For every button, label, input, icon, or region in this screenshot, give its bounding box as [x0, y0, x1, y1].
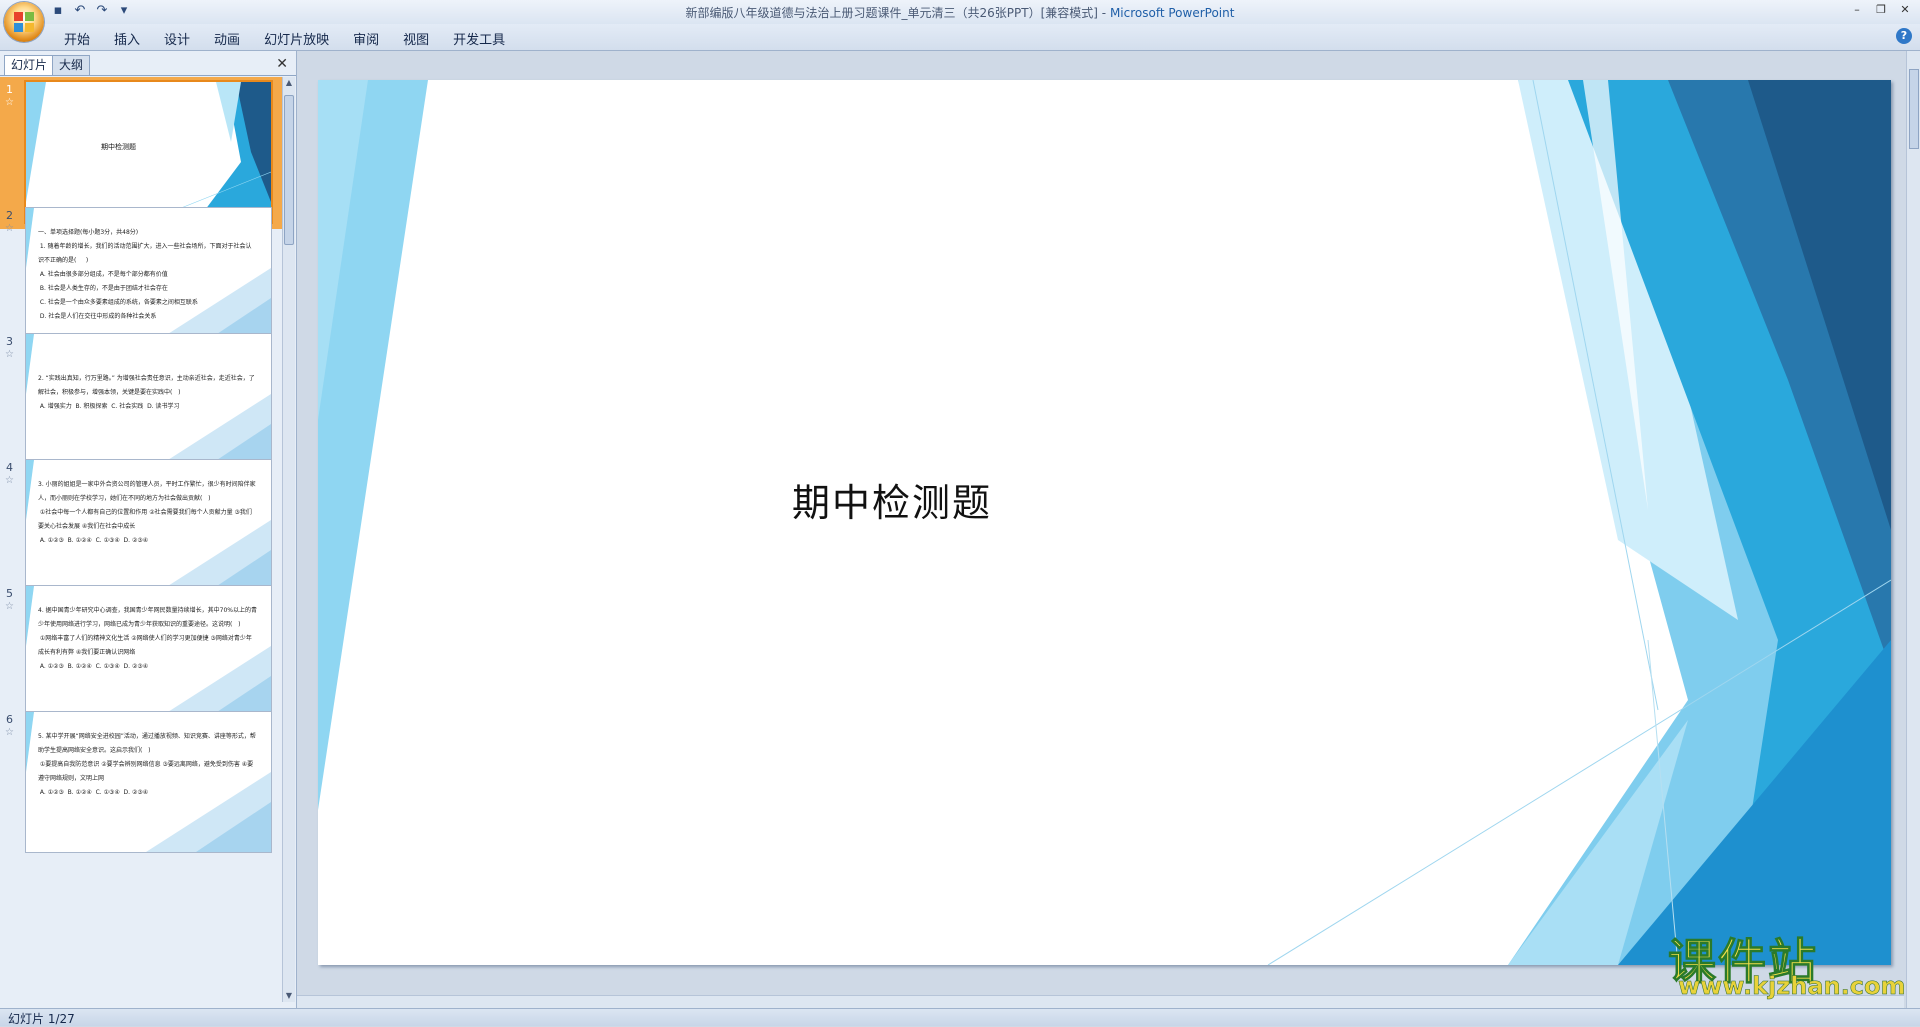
panel-tabs: 幻灯片 大纲 ✕	[0, 53, 296, 76]
title-bar: ▪ ↶ ↷ ▾ 新部编版八年级道德与法治上册习题课件_单元清三（共26张PPT）…	[0, 0, 1920, 24]
slide-body-text: 3. 小丽的姐姐是一家中外合资公司的管理人员，平时工作繁忙，很少有时间陪伴家人，…	[38, 481, 256, 544]
tab-slideshow[interactable]: 幻灯片放映	[252, 27, 341, 50]
tab-design[interactable]: 设计	[152, 27, 202, 50]
scroll-up-icon[interactable]: ▲	[283, 77, 295, 89]
window-controls: – ❐ ✕	[1850, 3, 1912, 17]
slide-number: 2	[6, 209, 13, 222]
slide-title-mini: 期中检测题	[101, 143, 136, 151]
tab-animations[interactable]: 动画	[202, 27, 252, 50]
slide-preview: 5. 某中学开展“网络安全进校园”活动，通过播放视频、知识竞赛、讲座等形式，帮助…	[25, 711, 272, 853]
transition-star-icon: ☆	[5, 223, 14, 234]
slide-thumbnail-6[interactable]: 6 ☆ 5. 某中学开展“网络安全进校园”活动，通过播放视频、知识竞赛、讲座等形…	[0, 707, 282, 859]
slides-panel: 幻灯片 大纲 ✕ 1 ☆ 期中检测题 2 ☆ 一、单项选择题(每小题3分，共48…	[0, 51, 297, 1008]
slide-preview: 2. “实践出真知，行万里路。” 为增强社会责任意识，主动亲近社会，走近社会，了…	[25, 333, 272, 475]
tab-outline[interactable]: 大纲	[52, 55, 91, 75]
scrollbar-thumb[interactable]	[284, 95, 294, 245]
document-title: 新部编版八年级道德与法治上册习题课件_单元清三（共26张PPT）[兼容模式]	[685, 6, 1098, 20]
ribbon-tab-bar: 开始 插入 设计 动画 幻灯片放映 审阅 视图 开发工具 ?	[0, 24, 1920, 51]
slide-body-text: 4. 据中国青少年研究中心调查，我国青少年网民数量持续增长，其中70%以上的青少…	[38, 607, 257, 670]
close-icon[interactable]: ✕	[1898, 3, 1912, 17]
help-icon[interactable]: ?	[1896, 28, 1912, 44]
slide-number: 4	[6, 461, 13, 474]
slide-indicator: 幻灯片 1/27	[8, 1012, 75, 1026]
scroll-down-icon[interactable]: ▼	[283, 990, 295, 1002]
slide-preview: 4. 据中国青少年研究中心调查，我国青少年网民数量持续增长，其中70%以上的青少…	[25, 585, 272, 727]
slide-number: 6	[6, 713, 13, 726]
app-name: Microsoft PowerPoint	[1109, 6, 1235, 20]
editor-horizontal-scrollbar[interactable]	[297, 995, 1904, 1008]
close-panel-icon[interactable]: ✕	[276, 56, 288, 72]
tab-insert[interactable]: 插入	[102, 27, 152, 50]
status-bar: 幻灯片 1/27	[0, 1008, 1920, 1026]
slide-preview: 3. 小丽的姐姐是一家中外合资公司的管理人员，平时工作繁忙，很少有时间陪伴家人，…	[25, 459, 272, 601]
slide-number: 5	[6, 587, 13, 600]
transition-star-icon: ☆	[5, 349, 14, 360]
slide-body-text: 一、单项选择题(每小题3分，共48分) 1. 随着年龄的增长，我们的活动范围扩大…	[38, 229, 252, 320]
slide-number: 3	[6, 335, 13, 348]
transition-star-icon: ☆	[5, 97, 14, 108]
minimize-icon[interactable]: –	[1850, 3, 1864, 17]
title-separator: -	[1097, 6, 1110, 20]
ribbon-tabs: 开始 插入 设计 动画 幻灯片放映 审阅 视图 开发工具	[52, 27, 517, 50]
restore-icon[interactable]: ❐	[1874, 3, 1888, 17]
transition-star-icon: ☆	[5, 727, 14, 738]
transition-star-icon: ☆	[5, 601, 14, 612]
watermark-logo: 课件站 www.kjzhan.com	[1667, 922, 1908, 1002]
slide-preview: 一、单项选择题(每小题3分，共48分) 1. 随着年龄的增长，我们的活动范围扩大…	[25, 207, 272, 349]
slide-background-graphic	[26, 82, 271, 222]
office-button[interactable]	[4, 2, 44, 42]
slide-background-graphic	[318, 80, 1891, 965]
thumbnail-scrollbar[interactable]: ▲ ▼	[282, 77, 295, 1002]
tab-slides[interactable]: 幻灯片	[4, 55, 55, 75]
window-title: 新部编版八年级道德与法治上册习题课件_单元清三（共26张PPT）[兼容模式] -…	[0, 4, 1920, 21]
scrollbar-thumb[interactable]	[1909, 69, 1919, 149]
tab-developer[interactable]: 开发工具	[441, 27, 517, 50]
slide-body-text: 5. 某中学开展“网络安全进校园”活动，通过播放视频、知识竞赛、讲座等形式，帮助…	[38, 733, 256, 796]
main-slide-canvas[interactable]: 期中检测题	[318, 80, 1891, 965]
slide-number: 1	[6, 83, 13, 96]
slide-title[interactable]: 期中检测题	[792, 472, 992, 527]
office-logo-icon	[14, 12, 34, 32]
thumbnail-list: 1 ☆ 期中检测题 2 ☆ 一、单项选择题(每小题3分，共48分) 1. 随着年…	[0, 77, 282, 1002]
tab-home[interactable]: 开始	[52, 27, 102, 50]
editor-vertical-scrollbar[interactable]	[1906, 51, 1920, 1008]
tab-review[interactable]: 审阅	[341, 27, 391, 50]
watermark-url: www.kjzhan.com	[1678, 972, 1906, 1001]
slide-body-text: 2. “实践出真知，行万里路。” 为增强社会责任意识，主动亲近社会，走近社会，了…	[38, 375, 255, 410]
transition-star-icon: ☆	[5, 475, 14, 486]
tab-view[interactable]: 视图	[391, 27, 441, 50]
